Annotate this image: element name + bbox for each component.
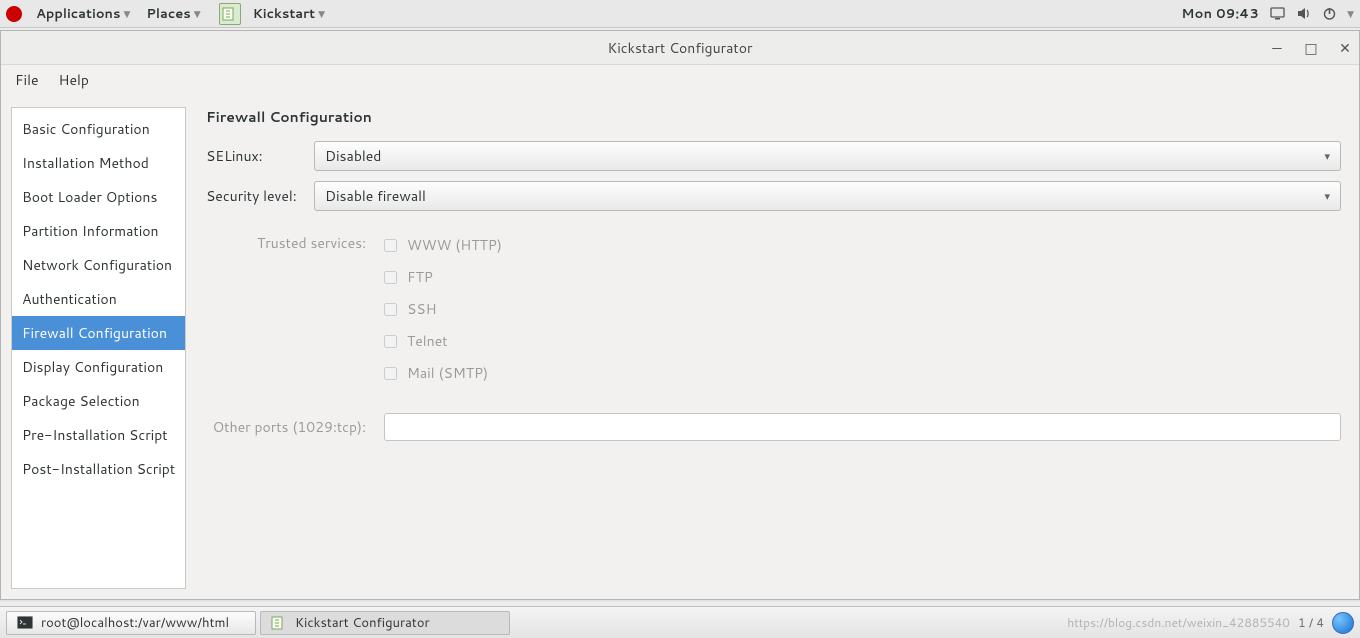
taskbar-item-kickstart[interactable]: Kickstart Configurator [260, 611, 510, 635]
sidebar-item-label: Post-Installation Script [22, 459, 175, 479]
sidebar-item-firewall-configuration[interactable]: Firewall Configuration [12, 316, 185, 350]
chevron-down-icon: ▼ [194, 7, 201, 20]
sidebar-item-installation-method[interactable]: Installation Method [12, 146, 185, 180]
taskbar-item-label: root@localhost:/var/www/html [41, 614, 229, 632]
trusted-services-block: Trusted services: WWW (HTTP) FTP SSH [206, 229, 1341, 389]
chevron-down-icon[interactable]: ▼ [1347, 7, 1354, 20]
sidebar-item-post-installation-script[interactable]: Post-Installation Script [12, 452, 185, 486]
close-button[interactable]: ✕ [1337, 38, 1353, 58]
kickstart-label: Kickstart [253, 5, 315, 23]
menu-help-label: Help [59, 70, 89, 90]
sidebar-item-label: Package Selection [22, 391, 140, 411]
sidebar-item-basic-configuration[interactable]: Basic Configuration [12, 112, 185, 146]
kickstart-app-icon [271, 615, 287, 631]
row-other-ports: Other ports (1029:tcp): [206, 413, 1341, 441]
menubar: File Help [1, 65, 1359, 95]
kickstart-app-icon [219, 3, 241, 25]
security-level-value: Disable firewall [325, 186, 426, 206]
sidebar-item-boot-loader-options[interactable]: Boot Loader Options [12, 180, 185, 214]
chevron-down-icon: ▼ [123, 7, 130, 20]
trusted-services-list: WWW (HTTP) FTP SSH Telnet [384, 229, 1341, 389]
redhat-icon [6, 6, 22, 22]
taskbar: root@localhost:/var/www/html Kickstart C… [0, 606, 1360, 638]
window-title: Kickstart Configurator [608, 38, 753, 58]
sidebar-item-label: Network Configuration [22, 255, 172, 275]
sidebar-item-label: Display Configuration [22, 357, 163, 377]
main-pane: Firewall Configuration SELinux: Disabled… [186, 107, 1349, 589]
chevron-down-icon: ▼ [318, 7, 325, 20]
sidebar-item-label: Pre-Installation Script [22, 425, 168, 445]
selinux-value: Disabled [325, 146, 381, 166]
pane-heading: Firewall Configuration [206, 107, 1341, 127]
trusted-service-telnet: Telnet [384, 325, 1341, 357]
sidebar-item-label: Authentication [22, 289, 117, 309]
sidebar-item-package-selection[interactable]: Package Selection [12, 384, 185, 418]
sidebar-item-partition-information[interactable]: Partition Information [12, 214, 185, 248]
watermark: https://blog.csdn.net/weixin_42885540 [1067, 614, 1290, 631]
security-level-label: Security level: [206, 186, 314, 206]
trusted-service-smtp: Mail (SMTP) [384, 357, 1341, 389]
row-selinux: SELinux: Disabled [206, 141, 1341, 171]
workspace-indicator[interactable]: 1 / 4 [1298, 614, 1324, 631]
selinux-combo[interactable]: Disabled [314, 141, 1341, 171]
sidebar-item-label: Partition Information [22, 221, 159, 241]
minimize-button[interactable]: — [1269, 38, 1285, 58]
trusted-service-label: Telnet [407, 331, 448, 351]
other-ports-input [384, 413, 1341, 441]
kickstart-menu[interactable]: Kickstart ▼ [247, 3, 331, 25]
trusted-service-telnet-checkbox [384, 335, 397, 348]
sidebar-item-pre-installation-script[interactable]: Pre-Installation Script [12, 418, 185, 452]
sidebar-item-label: Basic Configuration [22, 119, 150, 139]
trusted-service-smtp-checkbox [384, 367, 397, 380]
places-menu[interactable]: Places ▼ [140, 3, 206, 25]
trusted-service-www-checkbox [384, 239, 397, 252]
display-icon[interactable] [1269, 6, 1285, 22]
sidebar-item-label: Firewall Configuration [22, 323, 167, 343]
trusted-services-label: Trusted services: [206, 229, 384, 389]
maximize-button[interactable]: □ [1303, 38, 1319, 58]
sidebar-item-label: Boot Loader Options [22, 187, 157, 207]
trusted-service-ftp: FTP [384, 261, 1341, 293]
terminal-icon [17, 615, 33, 631]
applications-menu[interactable]: Applications ▼ [30, 3, 136, 25]
window-body: Basic Configuration Installation Method … [1, 95, 1359, 599]
clock[interactable]: Mon 09:43 [1181, 5, 1259, 23]
taskbar-item-terminal[interactable]: root@localhost:/var/www/html [6, 611, 256, 635]
sidebar-item-label: Installation Method [22, 153, 149, 173]
kickstart-window: Kickstart Configurator — □ ✕ File Help B… [0, 30, 1360, 600]
show-desktop-icon[interactable] [1332, 612, 1354, 634]
sidebar: Basic Configuration Installation Method … [11, 107, 186, 589]
taskbar-right: https://blog.csdn.net/weixin_42885540 1 … [1067, 612, 1354, 634]
sidebar-item-authentication[interactable]: Authentication [12, 282, 185, 316]
menu-file-label: File [15, 70, 39, 90]
menu-help[interactable]: Help [53, 67, 95, 93]
titlebar[interactable]: Kickstart Configurator — □ ✕ [1, 31, 1359, 65]
security-level-combo[interactable]: Disable firewall [314, 181, 1341, 211]
other-ports-label: Other ports (1029:tcp): [206, 417, 384, 437]
power-icon[interactable] [1321, 6, 1337, 22]
trusted-service-www: WWW (HTTP) [384, 229, 1341, 261]
panel-left: Applications ▼ Places ▼ Kickstart ▼ [6, 3, 331, 25]
places-label: Places [146, 5, 190, 23]
sidebar-item-network-configuration[interactable]: Network Configuration [12, 248, 185, 282]
trusted-service-label: Mail (SMTP) [407, 363, 488, 383]
selinux-label: SELinux: [206, 146, 314, 166]
trusted-service-ftp-checkbox [384, 271, 397, 284]
row-security-level: Security level: Disable firewall [206, 181, 1341, 211]
applications-label: Applications [36, 5, 120, 23]
trusted-service-ssh: SSH [384, 293, 1341, 325]
panel-right: Mon 09:43 ▼ [1181, 5, 1354, 23]
sidebar-item-display-configuration[interactable]: Display Configuration [12, 350, 185, 384]
system-top-panel: Applications ▼ Places ▼ Kickstart ▼ Mon … [0, 0, 1360, 28]
taskbar-item-label: Kickstart Configurator [295, 614, 430, 632]
volume-icon[interactable] [1295, 6, 1311, 22]
trusted-service-label: SSH [407, 299, 437, 319]
window-controls: — □ ✕ [1269, 31, 1353, 65]
trusted-service-label: WWW (HTTP) [407, 235, 502, 255]
trusted-service-label: FTP [407, 267, 433, 287]
trusted-service-ssh-checkbox [384, 303, 397, 316]
menu-file[interactable]: File [9, 67, 45, 93]
